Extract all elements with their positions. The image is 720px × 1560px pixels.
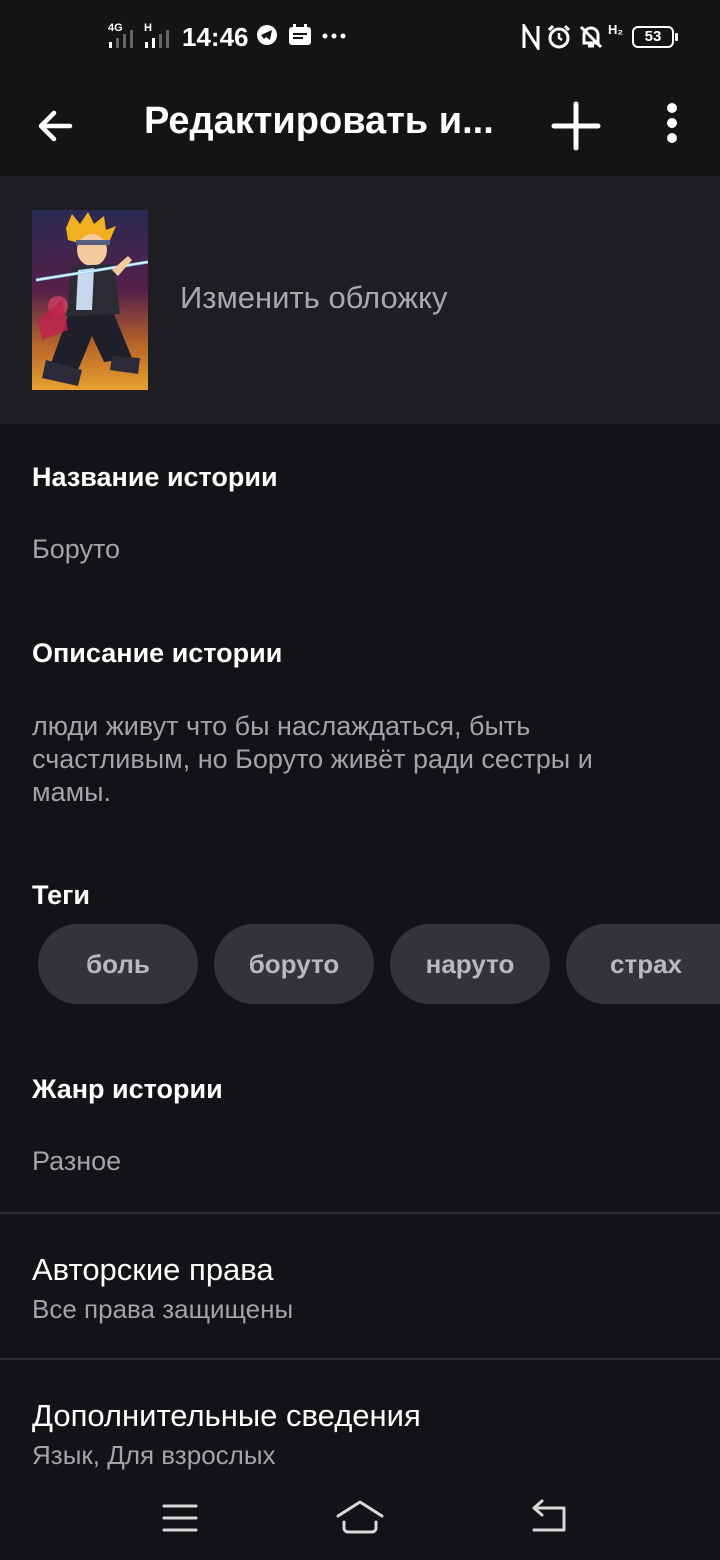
cover-image[interactable] bbox=[32, 210, 148, 390]
plus-icon bbox=[551, 101, 601, 151]
battery-level: 53 bbox=[644, 28, 662, 45]
copyright-title: Авторские права bbox=[32, 1252, 274, 1287]
add-button[interactable] bbox=[544, 94, 608, 158]
tag-chip-label: страх bbox=[610, 949, 682, 979]
additional-info-title: Дополнительные сведения bbox=[32, 1398, 421, 1433]
telegram-icon bbox=[257, 25, 277, 45]
back-icon bbox=[532, 1499, 566, 1532]
additional-info-subtitle: Язык, Для взрослых bbox=[32, 1440, 276, 1470]
calendar-icon bbox=[289, 24, 311, 45]
menu-icon bbox=[162, 1504, 198, 1532]
status-time: 14:46 bbox=[182, 22, 249, 52]
nfc-icon bbox=[522, 24, 540, 50]
genre-label: Жанр истории bbox=[32, 1074, 223, 1104]
back-button[interactable] bbox=[24, 94, 88, 158]
app-bar: Редактировать и... bbox=[0, 76, 720, 176]
more-options-button[interactable] bbox=[640, 94, 704, 158]
genre-select[interactable]: Разное bbox=[32, 1146, 121, 1177]
more-dots-icon bbox=[322, 33, 346, 39]
copyright-subtitle: Все права защищены bbox=[32, 1294, 294, 1324]
copyright-row[interactable]: Авторские права Все права защищены bbox=[0, 1214, 720, 1358]
nav-back-button[interactable] bbox=[518, 1492, 582, 1542]
tags-label: Теги bbox=[32, 880, 91, 910]
nav-menu-button[interactable] bbox=[148, 1492, 212, 1542]
page-title: Редактировать и... bbox=[144, 100, 494, 142]
back-arrow-icon bbox=[38, 110, 73, 142]
change-cover-row[interactable]: Изменить обложку bbox=[0, 176, 720, 424]
tag-chip[interactable]: наруто bbox=[390, 924, 550, 1004]
story-description-label: Описание истории bbox=[32, 638, 283, 668]
additional-info-row[interactable]: Дополнительные сведения Язык, Для взросл… bbox=[0, 1360, 720, 1478]
more-vertical-icon bbox=[667, 103, 677, 143]
bell-off-icon bbox=[579, 25, 603, 49]
system-nav-bar bbox=[0, 1478, 720, 1560]
story-title-input[interactable]: Боруто bbox=[32, 534, 120, 565]
alarm-icon bbox=[547, 24, 571, 49]
home-icon bbox=[336, 1500, 384, 1534]
tag-chip[interactable]: страх bbox=[566, 924, 720, 1004]
status-bar: 4G H 14:46 H₂ 53 bbox=[0, 0, 720, 76]
story-title-label: Название истории bbox=[32, 462, 278, 492]
nav-home-button[interactable] bbox=[328, 1492, 392, 1542]
change-cover-label: Изменить обложку bbox=[180, 280, 448, 315]
tag-chip[interactable]: боруто bbox=[214, 924, 374, 1004]
battery-icon: 53 bbox=[632, 26, 678, 48]
tag-chip[interactable]: боль bbox=[38, 924, 198, 1004]
story-description-input[interactable]: люди живут что бы наслаждаться, быть сча… bbox=[32, 710, 672, 809]
h2-indicator: H₂ bbox=[608, 22, 624, 37]
